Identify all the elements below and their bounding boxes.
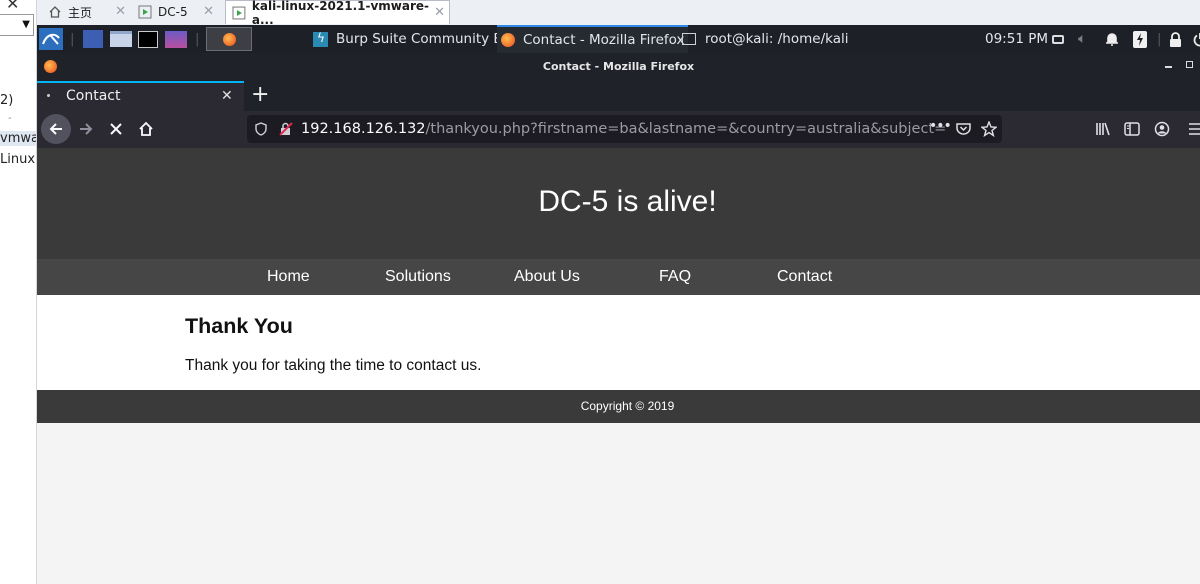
vmware-library-panel: ✕ ▼ 2) - vmwa Linux (0, 0, 37, 584)
task-burp[interactable]: ϟ Burp Suite Community E... (313, 25, 515, 53)
battery-charging-icon[interactable] (1132, 25, 1148, 53)
page-title: Thank You (185, 314, 293, 338)
minimize-icon[interactable] (1165, 66, 1172, 68)
panel-separator: | (70, 31, 75, 47)
close-icon[interactable]: ✕ (434, 5, 445, 20)
home-icon[interactable] (138, 121, 154, 137)
firefox-titlebar: Contact - Mozilla Firefox (37, 53, 1200, 81)
sidebar-icon[interactable] (1124, 122, 1140, 136)
maximize-icon[interactable] (1186, 61, 1193, 68)
lock-screen-icon[interactable] (1169, 25, 1182, 53)
content-area: Thank You Thank you for taking the time … (37, 295, 1200, 390)
kali-dragon-icon (39, 28, 63, 50)
close-icon[interactable]: ✕ (115, 4, 126, 19)
close-icon[interactable]: ✕ (203, 4, 214, 19)
terminal-icon (138, 30, 158, 48)
arrow-right-icon[interactable] (78, 121, 94, 137)
stop-icon[interactable] (109, 122, 123, 136)
account-icon[interactable] (1154, 121, 1170, 137)
nav-faq[interactable]: FAQ (659, 259, 691, 295)
file-manager-launcher[interactable] (110, 25, 132, 53)
nav-contact[interactable]: Contact (777, 259, 832, 295)
terminal-icon (682, 33, 696, 45)
folder-icon (110, 31, 132, 47)
url-bar[interactable]: 192.168.126.132/thankyou.php?firstname=b… (247, 115, 1002, 143)
library-item-label: 2) (0, 93, 14, 108)
library-item-label[interactable]: Linux (0, 152, 35, 167)
vm-tab-label: kali-linux-2021.1-vmware-a... (251, 0, 430, 27)
task-terminal[interactable]: root@kali: /home/kali (682, 25, 848, 53)
tab-title: Contact (66, 88, 121, 104)
close-icon[interactable]: ✕ (6, 0, 19, 13)
url-path: /thankyou.php?firstname=ba&lastname=&cou… (425, 121, 947, 137)
volume-icon[interactable]: 🔈︎ (1078, 25, 1086, 53)
shield-icon[interactable] (255, 122, 267, 136)
window-title: Contact - Mozilla Firefox (542, 60, 695, 73)
nav-home[interactable]: Home (267, 259, 310, 295)
firefox-navbar: 192.168.126.132/thankyou.php?firstname=b… (37, 111, 1200, 148)
firefox-icon (223, 33, 236, 46)
vm-tab-label: DC-5 (158, 5, 188, 19)
vm-tab-dc5[interactable]: DC-5 ✕ (132, 0, 218, 24)
vm-tab-kali[interactable]: kali-linux-2021.1-vmware-a... ✕ (225, 0, 450, 27)
url-host: 192.168.126.132 (301, 121, 426, 137)
close-tab-icon[interactable]: ✕ (221, 88, 233, 104)
task-label: Burp Suite Community E... (336, 31, 515, 47)
vm-tab-home[interactable]: 主页 ✕ (42, 0, 130, 24)
site-footer: Copyright © 2019 (37, 390, 1200, 423)
nav-about-us[interactable]: About Us (514, 259, 580, 295)
tab-contact[interactable]: Contact ✕ (37, 81, 244, 111)
firefox-icon (501, 33, 515, 47)
hamburger-menu-icon[interactable] (1188, 122, 1200, 136)
panel-separator: | (195, 31, 200, 47)
vm-tab-label: 主页 (68, 5, 93, 20)
kali-top-panel: | | ϟ Burp Suite Community E... Contact … (37, 25, 1200, 53)
kali-menu-button[interactable] (39, 25, 63, 53)
copyright-text: Copyright © 2019 (580, 399, 675, 413)
site-heading: DC-5 is alive! (538, 185, 717, 218)
chevron-down-icon: ▼ (22, 19, 30, 30)
desktop-icon (83, 30, 103, 48)
screenshot-icon (165, 30, 187, 48)
vmware-tab-strip: 主页 ✕ DC-5 ✕ kali-linux-2021.1-vmware-a..… (0, 0, 1200, 27)
page-viewport: DC-5 is alive! Home Solutions About Us F… (37, 148, 1200, 584)
task-firefox[interactable]: Contact - Mozilla Firefox (497, 25, 689, 53)
url-text[interactable]: 192.168.126.132/thankyou.php?firstname=b… (301, 115, 946, 143)
firefox-launcher[interactable] (206, 25, 252, 53)
library-item-label[interactable]: vmwa (0, 131, 36, 146)
display-icon[interactable] (1052, 25, 1064, 53)
bookmark-star-icon[interactable] (981, 121, 997, 137)
nav-solutions[interactable]: Solutions (385, 259, 451, 295)
new-tab-icon[interactable]: + (251, 82, 269, 108)
home-icon (49, 6, 61, 18)
screenshot-launcher[interactable] (165, 25, 187, 53)
clock[interactable]: 09:51 PM (985, 25, 1048, 53)
site-nav: Home Solutions About Us FAQ Contact (37, 259, 1200, 295)
insecure-lock-icon[interactable] (279, 122, 293, 136)
show-desktop-button[interactable] (83, 25, 103, 53)
library-dropdown[interactable]: ▼ (0, 14, 34, 36)
task-label: root@kali: /home/kali (705, 31, 849, 47)
page-actions-icon[interactable]: ••• (929, 118, 952, 134)
panel-separator: | (1157, 31, 1162, 47)
pocket-icon[interactable] (956, 122, 971, 136)
back-button[interactable] (41, 114, 71, 144)
burp-icon: ϟ (313, 31, 328, 47)
vm-play-icon (138, 5, 152, 19)
notification-bell-icon[interactable] (1105, 25, 1119, 53)
vm-play-icon (232, 6, 246, 19)
arrow-left-icon (49, 123, 62, 135)
divider: - (8, 113, 12, 124)
library-icon[interactable] (1095, 122, 1111, 136)
site-header: DC-5 is alive! (37, 148, 1200, 259)
firefox-tab-bar: Contact ✕ + (37, 81, 1200, 111)
terminal-launcher[interactable] (138, 25, 158, 53)
task-label: Contact - Mozilla Firefox (523, 32, 685, 48)
thank-you-message: Thank you for taking the time to contact… (185, 357, 482, 374)
power-icon[interactable] (1193, 25, 1200, 53)
loading-icon (47, 94, 50, 97)
